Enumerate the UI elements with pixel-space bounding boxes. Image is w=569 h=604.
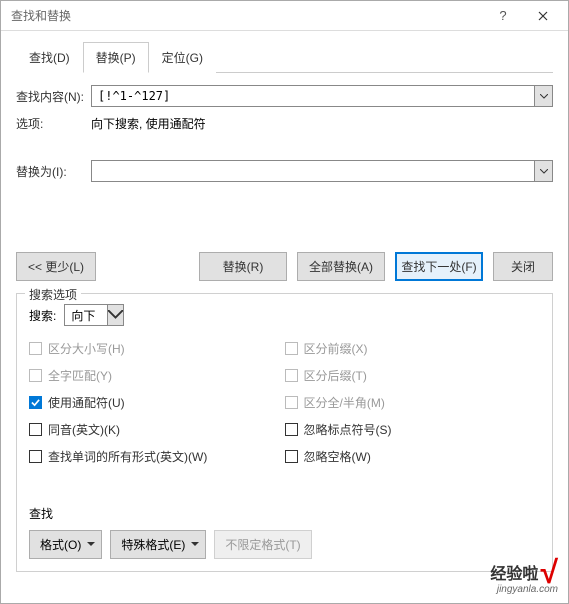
search-direction-row: 搜索: 向下 bbox=[29, 304, 540, 326]
dialog-title: 查找和替换 bbox=[11, 7, 483, 24]
find-row: 查找内容(N): bbox=[16, 85, 553, 107]
find-format-section: 查找 格式(O) 特殊格式(E) 不限定格式(T) bbox=[29, 505, 540, 559]
watermark-text: 经验啦 bbox=[490, 560, 538, 584]
ignore-space-checkbox[interactable]: 忽略空格(W) bbox=[285, 448, 541, 465]
match-case-checkbox: 区分大小写(H) bbox=[29, 340, 285, 357]
find-format-label: 查找 bbox=[29, 505, 540, 522]
tab-find[interactable]: 查找(D) bbox=[16, 42, 83, 73]
search-options-fieldset: 搜索选项 搜索: 向下 区分大小写(H) 区分前缀(X) bbox=[16, 293, 553, 572]
checkbox-icon bbox=[285, 450, 298, 463]
dialog-content: 查找(D) 替换(P) 定位(G) 查找内容(N): 选项: 向下搜索, 使用通… bbox=[1, 31, 568, 582]
find-format-buttons: 格式(O) 特殊格式(E) 不限定格式(T) bbox=[29, 530, 540, 559]
find-next-button[interactable]: 查找下一处(F) bbox=[395, 252, 483, 281]
help-button[interactable]: ? bbox=[483, 2, 523, 30]
search-direction-label: 搜索: bbox=[29, 307, 56, 324]
whole-word-checkbox: 全字匹配(Y) bbox=[29, 367, 285, 384]
options-row: 选项: 向下搜索, 使用通配符 bbox=[16, 115, 553, 132]
watermark: 经验啦 √ jingyanla.com bbox=[490, 560, 558, 595]
less-button[interactable]: << 更少(L) bbox=[16, 252, 96, 281]
watermark-url: jingyanla.com bbox=[490, 584, 558, 595]
checkbox-icon bbox=[29, 423, 42, 436]
match-suffix-checkbox: 区分后缀(T) bbox=[285, 367, 541, 384]
action-buttons-right: 替换(R) 全部替换(A) 查找下一处(F) 关闭 bbox=[199, 252, 553, 281]
replace-all-button[interactable]: 全部替换(A) bbox=[297, 252, 385, 281]
find-dropdown-button[interactable] bbox=[534, 86, 552, 106]
match-width-checkbox: 区分全/半角(M) bbox=[285, 394, 541, 411]
search-options-legend: 搜索选项 bbox=[25, 286, 81, 303]
action-button-row: << 更少(L) 替换(R) 全部替换(A) 查找下一处(F) 关闭 bbox=[16, 252, 553, 293]
checkbox-icon bbox=[29, 342, 42, 355]
find-label: 查找内容(N): bbox=[16, 88, 91, 105]
search-direction-select[interactable]: 向下 bbox=[64, 304, 124, 326]
sounds-like-checkbox[interactable]: 同音(英文)(K) bbox=[29, 421, 285, 438]
find-replace-dialog: 查找和替换 ? 查找(D) 替换(P) 定位(G) 查找内容(N): 选项: 向… bbox=[0, 0, 569, 604]
checkbox-checked-icon bbox=[29, 396, 42, 409]
ignore-punct-checkbox[interactable]: 忽略标点符号(S) bbox=[285, 421, 541, 438]
checkbox-icon bbox=[285, 396, 298, 409]
checkbox-icon bbox=[29, 450, 42, 463]
replace-input-combo bbox=[91, 160, 553, 182]
titlebar: 查找和替换 ? bbox=[1, 1, 568, 31]
find-input[interactable] bbox=[92, 86, 534, 106]
replace-label: 替换为(I): bbox=[16, 163, 91, 180]
tab-bar: 查找(D) 替换(P) 定位(G) bbox=[16, 41, 553, 73]
tab-goto[interactable]: 定位(G) bbox=[149, 42, 216, 73]
replace-button[interactable]: 替换(R) bbox=[199, 252, 287, 281]
checkbox-grid: 区分大小写(H) 区分前缀(X) 全字匹配(Y) 区分后缀(T) bbox=[29, 340, 540, 465]
options-label: 选项: bbox=[16, 115, 91, 132]
checkbox-icon bbox=[29, 369, 42, 382]
format-button[interactable]: 格式(O) bbox=[29, 530, 102, 559]
checkmark-icon: √ bbox=[540, 562, 558, 582]
replace-input[interactable] bbox=[92, 161, 534, 181]
use-wildcards-checkbox[interactable]: 使用通配符(U) bbox=[29, 394, 285, 411]
chevron-down-icon bbox=[87, 542, 95, 547]
close-icon[interactable] bbox=[523, 2, 563, 30]
close-button[interactable]: 关闭 bbox=[493, 252, 553, 281]
search-direction-value: 向下 bbox=[65, 307, 107, 324]
options-value: 向下搜索, 使用通配符 bbox=[91, 115, 206, 132]
tab-replace[interactable]: 替换(P) bbox=[83, 42, 149, 73]
chevron-down-icon bbox=[191, 542, 199, 547]
all-word-forms-checkbox[interactable]: 查找单词的所有形式(英文)(W) bbox=[29, 448, 285, 465]
replace-dropdown-button[interactable] bbox=[534, 161, 552, 181]
find-input-combo bbox=[91, 85, 553, 107]
no-format-button: 不限定格式(T) bbox=[214, 530, 311, 559]
checkbox-icon bbox=[285, 369, 298, 382]
match-prefix-checkbox: 区分前缀(X) bbox=[285, 340, 541, 357]
checkbox-icon bbox=[285, 342, 298, 355]
replace-row: 替换为(I): bbox=[16, 160, 553, 182]
special-format-button[interactable]: 特殊格式(E) bbox=[110, 530, 206, 559]
chevron-down-icon bbox=[107, 305, 123, 325]
checkbox-icon bbox=[285, 423, 298, 436]
